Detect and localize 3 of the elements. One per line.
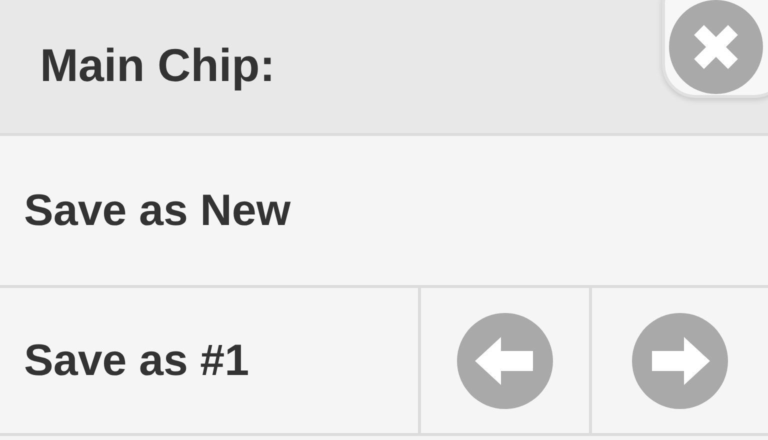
panel-title: Main Chip: <box>40 38 276 92</box>
close-icon <box>669 0 763 94</box>
save-as-new-button[interactable]: Save as New <box>24 186 291 236</box>
